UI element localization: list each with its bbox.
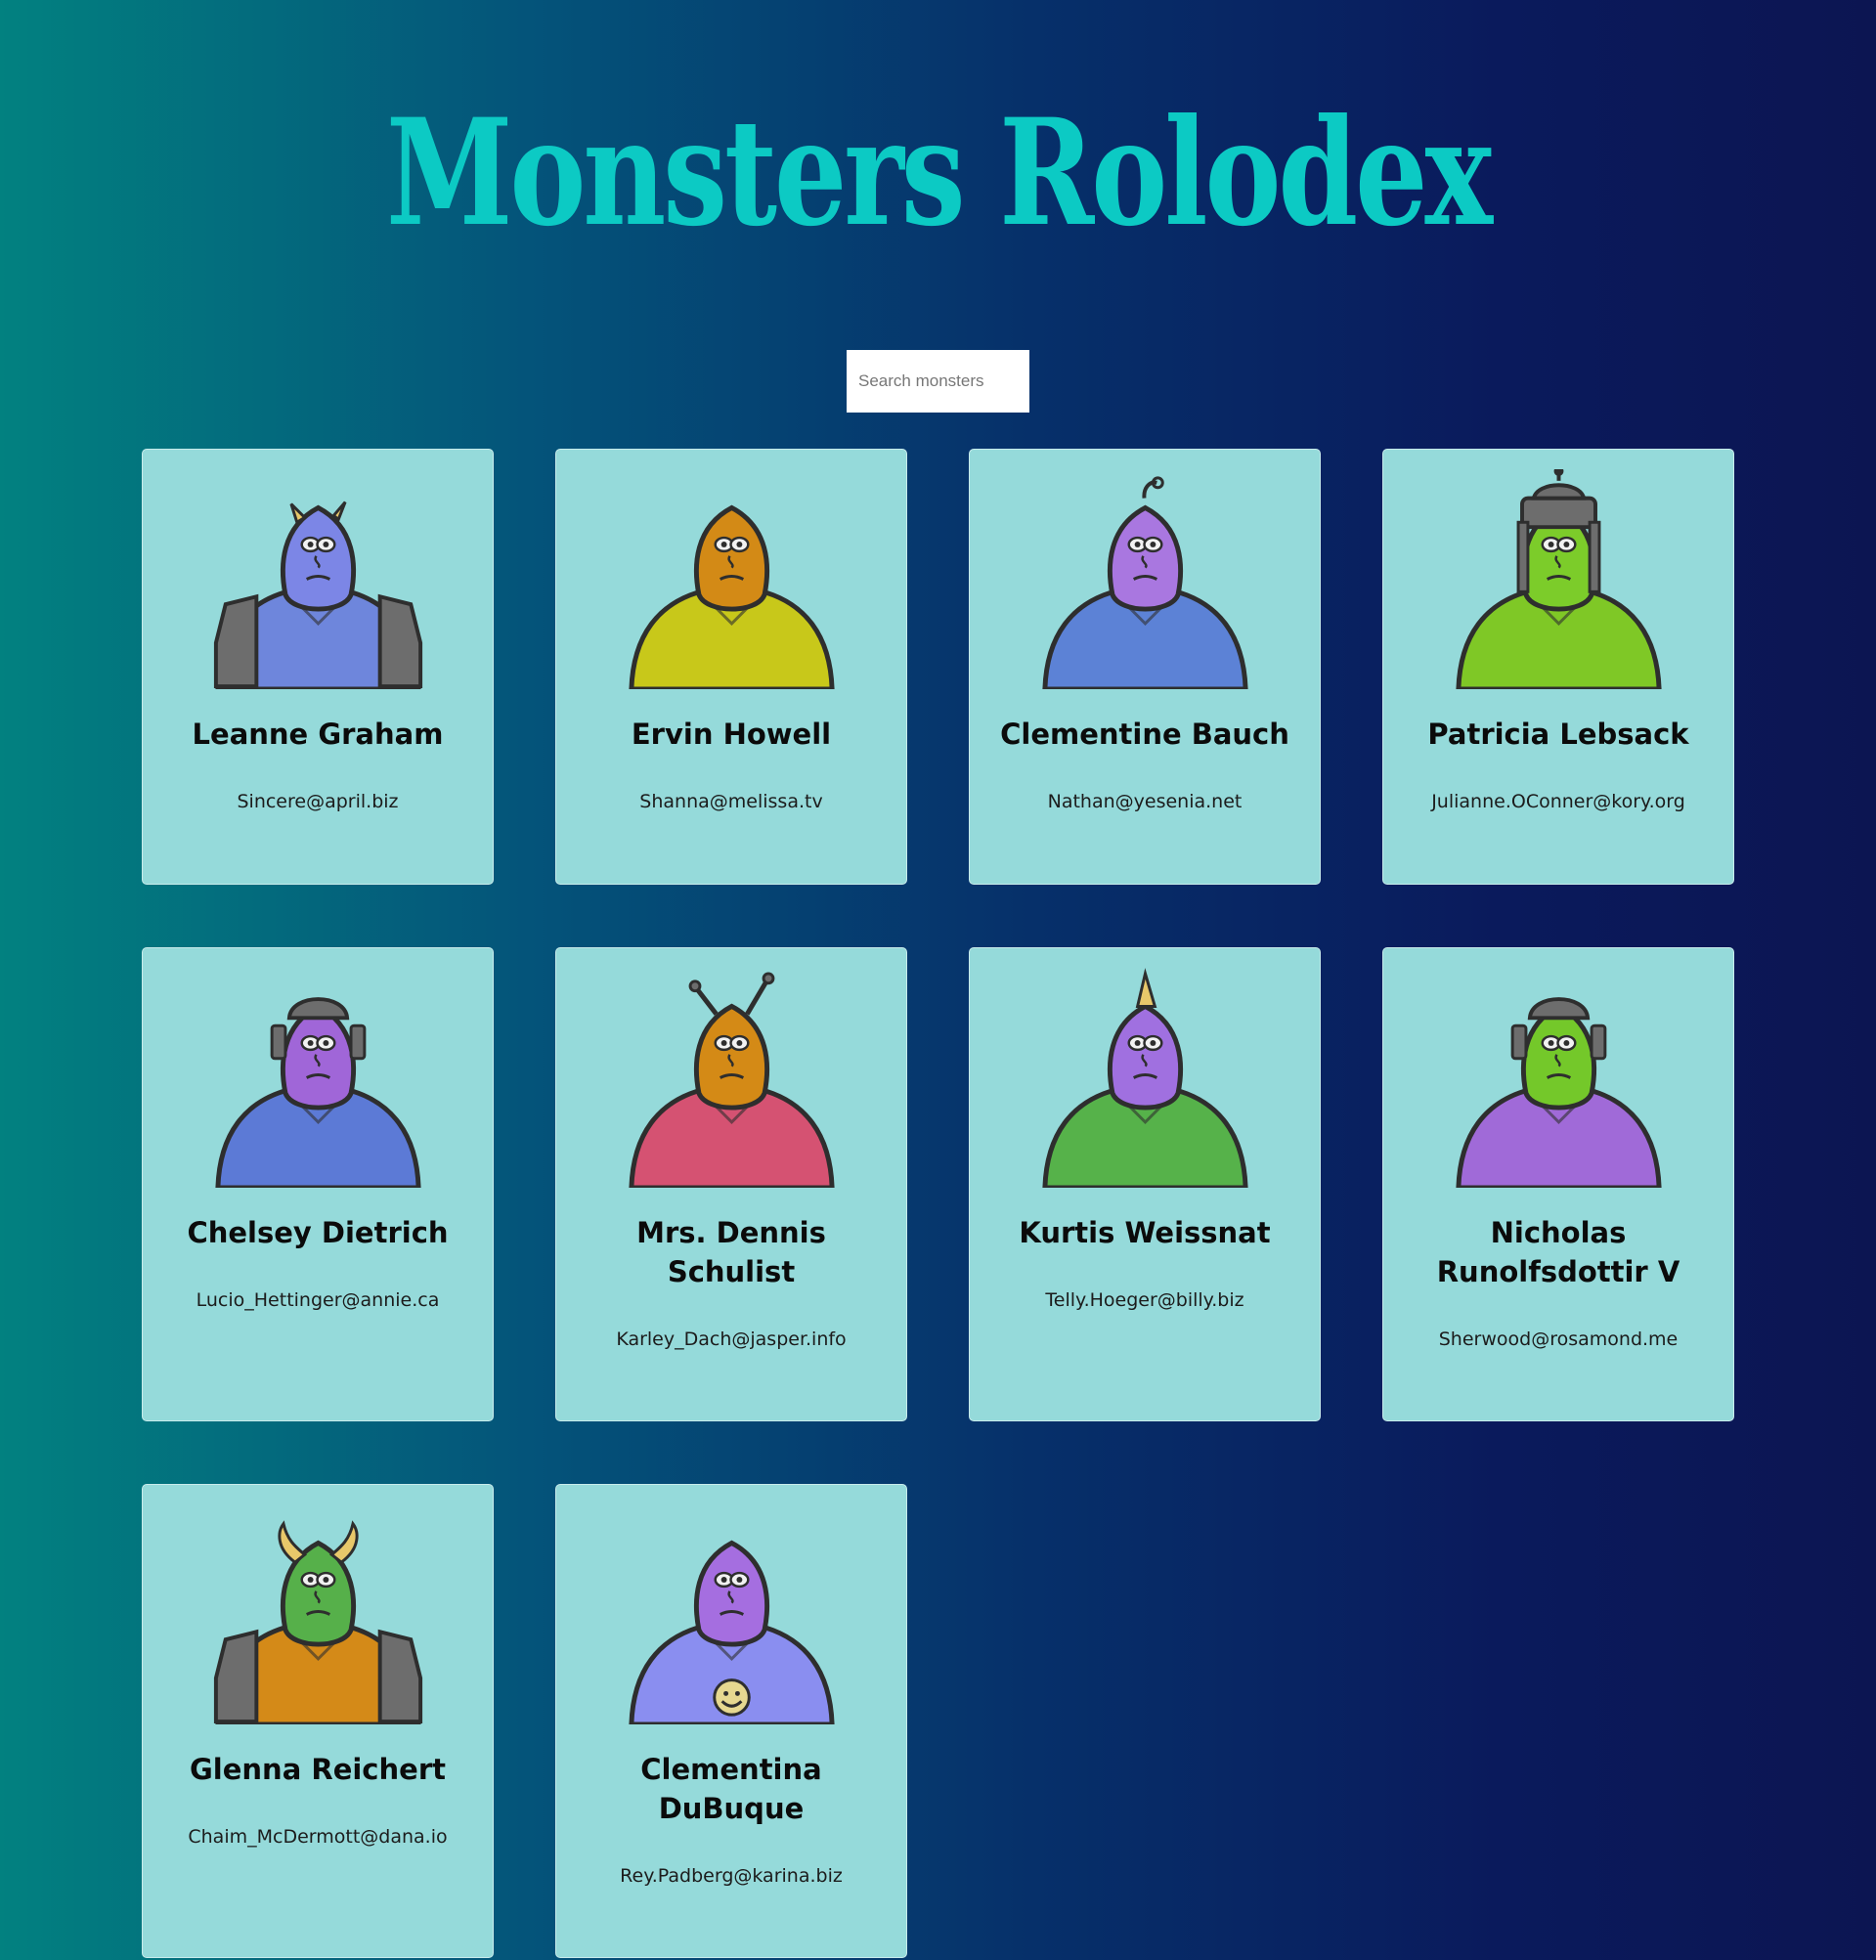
monster-email: Telly.Hoeger@billy.biz [1045,1289,1244,1311]
monster-email: Rey.Padberg@karina.biz [620,1865,843,1887]
monster-avatar [1035,469,1255,689]
monster-avatar [1035,968,1255,1188]
monster-email: Karley_Dach@jasper.info [616,1328,847,1350]
monster-card[interactable]: Clementine Bauch Nathan@yesenia.net [969,449,1321,885]
monster-email: Julianne.OConner@kory.org [1431,791,1685,812]
monster-card[interactable]: Patricia Lebsack Julianne.OConner@kory.or… [1382,449,1734,885]
monster-name: Leanne Graham [192,718,444,751]
monster-card[interactable]: Leanne Graham Sincere@april.biz [142,449,494,885]
monster-card[interactable]: Clementina DuBuque Rey.Padberg@karina.biz [555,1484,907,1958]
monster-name: Nicholas Runolfsdottir V [1436,1216,1680,1288]
monster-card[interactable]: Chelsey Dietrich Lucio_Hettinger@annie.ca [142,947,494,1421]
monster-avatar [1449,968,1669,1188]
monster-email: Nathan@yesenia.net [1047,791,1243,812]
monster-card[interactable]: Ervin Howell Shanna@melissa.tv [555,449,907,885]
monster-name: Glenna Reichert [190,1753,446,1786]
monster-avatar [622,1504,842,1724]
search-input[interactable] [847,350,1029,413]
monster-card[interactable]: Kurtis Weissnat Telly.Hoeger@billy.biz [969,947,1321,1421]
monster-card[interactable]: Glenna Reichert Chaim_McDermott@dana.io [142,1484,494,1958]
monster-name: Patricia Lebsack [1427,718,1689,751]
monster-name: Mrs. Dennis Schulist [636,1216,826,1288]
monster-avatar [208,469,428,689]
monster-email: Sincere@april.biz [237,791,399,812]
monster-avatar [208,1504,428,1724]
page-title: Monsters Rolodex [385,87,1493,259]
monster-name: Ervin Howell [631,718,832,751]
monster-card[interactable]: Nicholas Runolfsdottir V Sherwood@rosamon… [1382,947,1734,1421]
card-list: Leanne Graham Sincere@april.biz Ervin How… [142,449,1735,1958]
monster-name: Clementine Bauch [1000,718,1289,751]
monster-name: Clementina DuBuque [640,1753,822,1825]
monster-card[interactable]: Mrs. Dennis Schulist Karley_Dach@jasper.i… [555,947,907,1421]
monster-name: Kurtis Weissnat [1019,1216,1271,1249]
monster-avatar [622,469,842,689]
monster-avatar [208,968,428,1188]
monster-email: Shanna@melissa.tv [639,791,823,812]
monster-email: Lucio_Hettinger@annie.ca [196,1289,440,1311]
monster-name: Chelsey Dietrich [187,1216,449,1249]
monster-avatar [1449,469,1669,689]
monster-email: Chaim_McDermott@dana.io [188,1826,448,1848]
monster-email: Sherwood@rosamond.me [1438,1328,1679,1350]
monster-avatar [622,968,842,1188]
